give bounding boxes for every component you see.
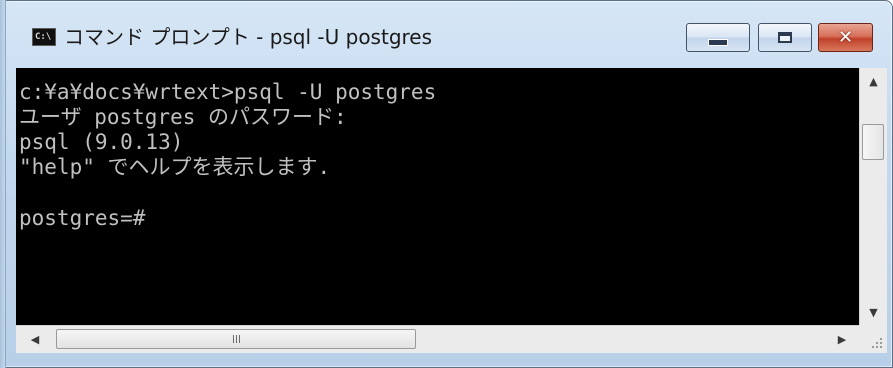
vertical-scrollbar[interactable]: ▲ ▼ [859,68,887,325]
close-icon: ✕ [837,26,854,48]
console-line-command: c:¥a¥docs¥wrtext>psql -U postgres [19,80,437,104]
title-bar[interactable]: C:\ コマンド プロンプト - psql -U postgres ✕ [1,1,892,67]
maximize-icon [778,32,792,43]
grip-icon [232,335,240,343]
console-line-help: "help" でヘルプを表示します. [19,155,331,179]
scroll-left-icon[interactable]: ◀ [22,326,48,353]
size-grip-icon[interactable] [859,325,887,353]
console-output[interactable]: c:¥a¥docs¥wrtext>psql -U postgres ユーザ po… [16,68,859,325]
console-line-prompt[interactable]: postgres=# [19,206,145,230]
console-line-password-prompt: ユーザ postgres のパスワード: [19,105,347,129]
minimize-button[interactable] [686,23,750,52]
command-prompt-window: C:\ コマンド プロンプト - psql -U postgres ✕ c:¥a… [0,0,893,368]
scroll-down-icon[interactable]: ▼ [860,299,887,325]
vertical-scroll-thumb[interactable] [862,124,884,160]
minimize-icon [708,39,728,46]
close-button[interactable]: ✕ [818,23,873,52]
horizontal-scroll-thumb[interactable] [56,329,416,349]
console-line-version: psql (9.0.13) [19,130,184,154]
horizontal-scrollbar[interactable]: ◀ ▶ [16,325,859,353]
scroll-up-icon[interactable]: ▲ [860,68,887,94]
maximize-button[interactable] [758,23,812,52]
window-title: コマンド プロンプト - psql -U postgres [64,25,433,49]
scroll-right-icon[interactable]: ▶ [829,326,855,353]
window-frame-left [0,0,6,368]
console-app-icon[interactable]: C:\ [32,28,56,46]
